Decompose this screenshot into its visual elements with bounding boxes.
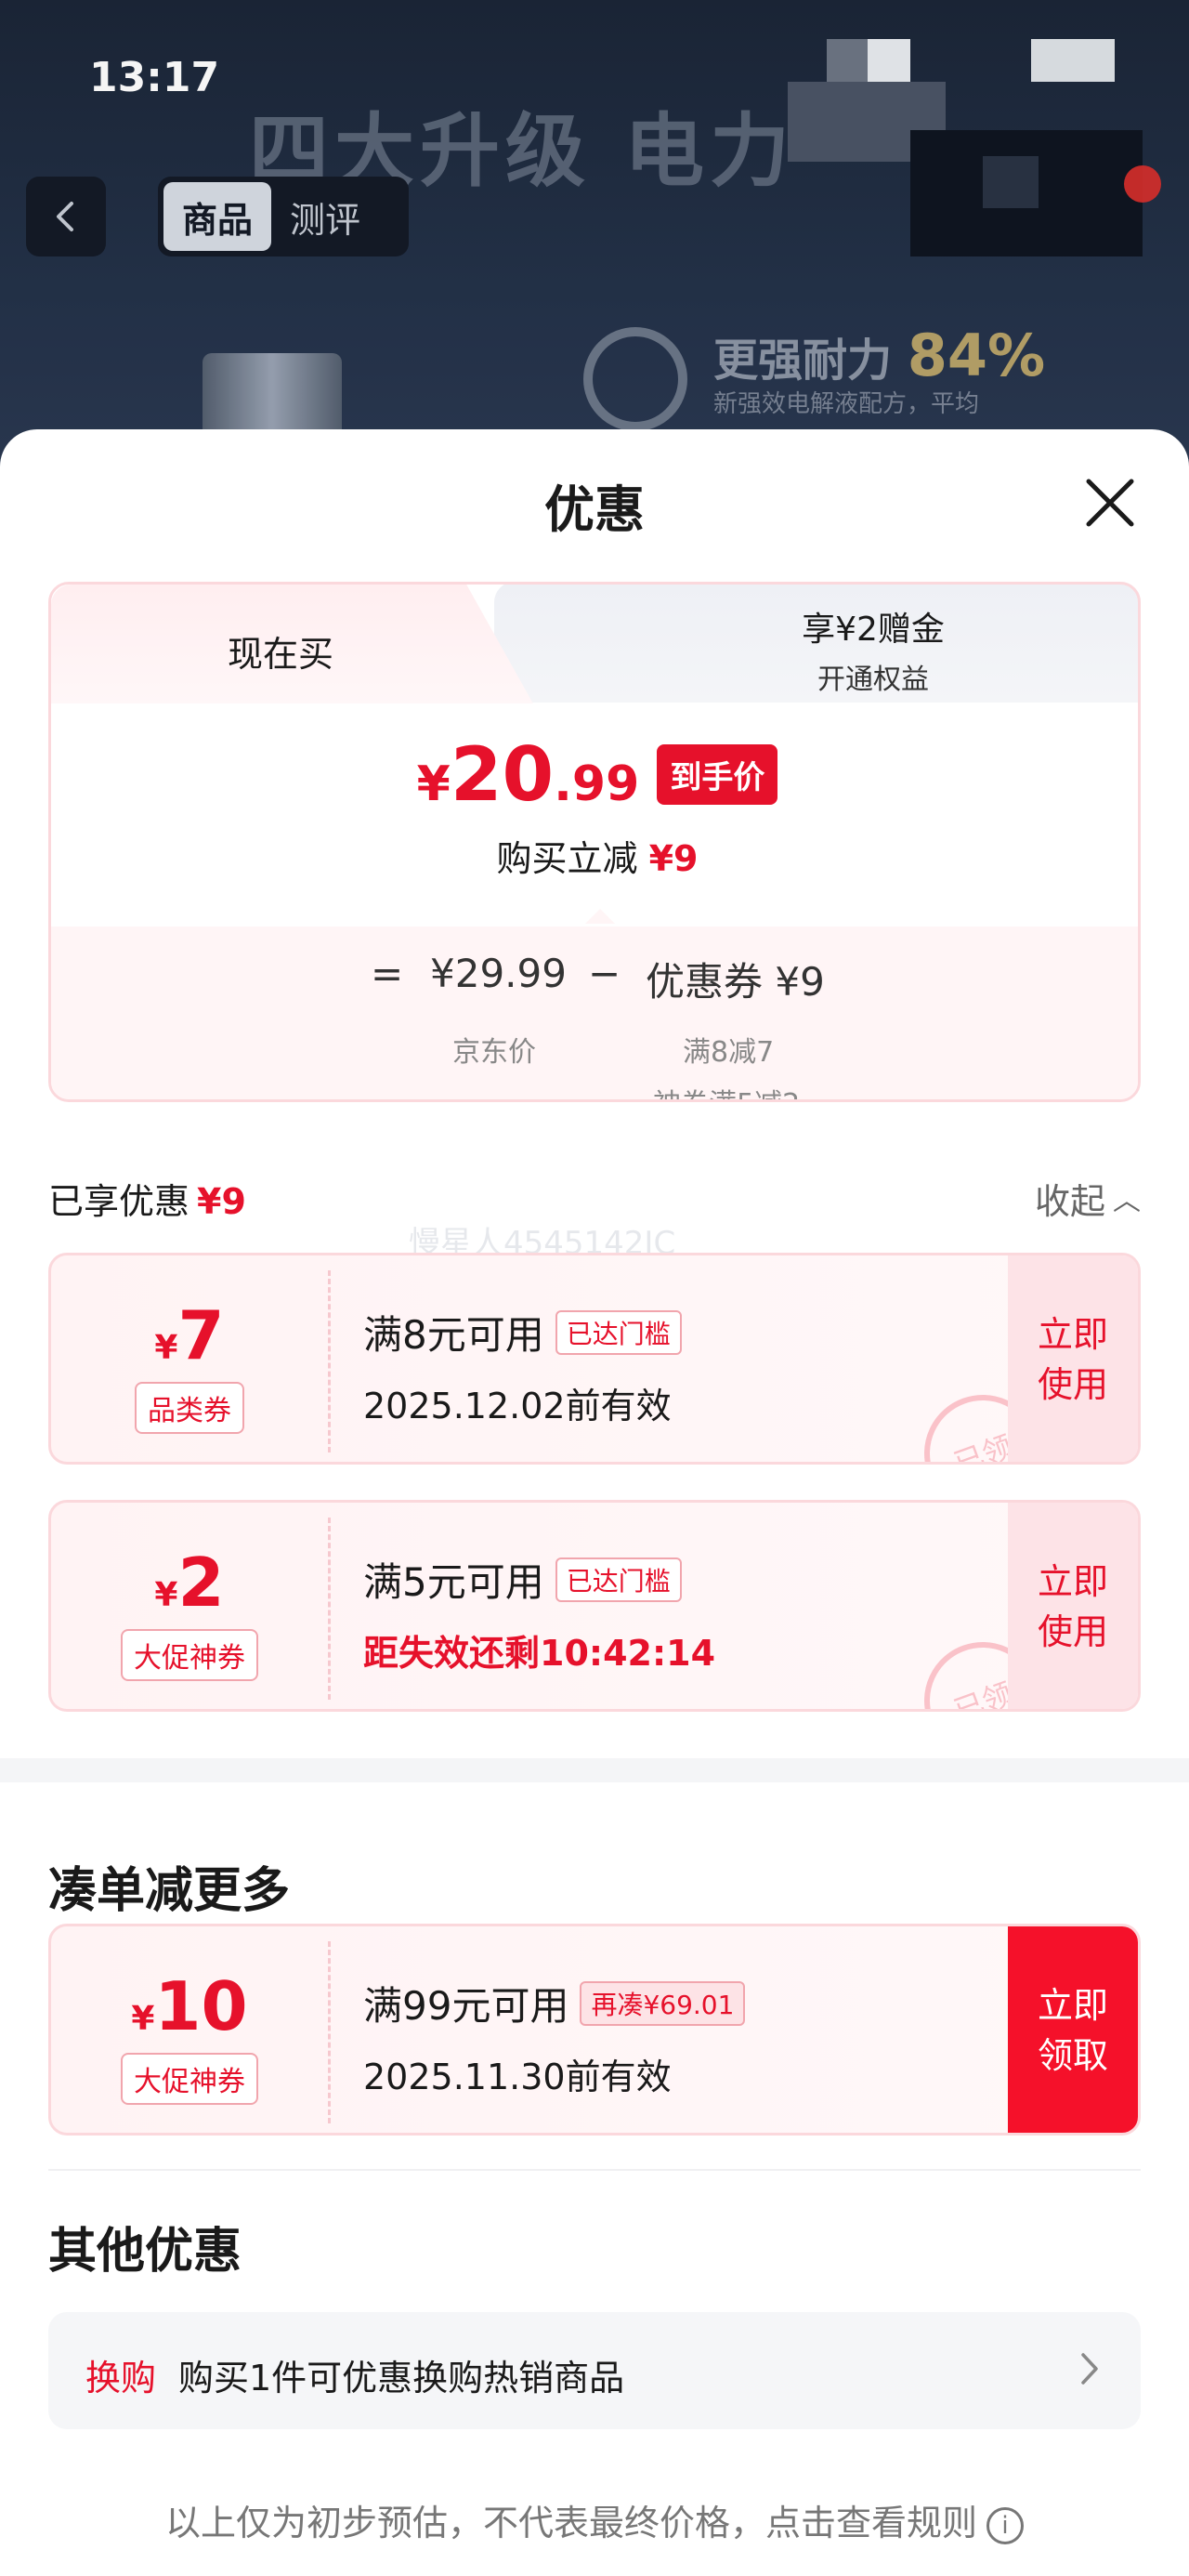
chevron-right-icon (1081, 2353, 1098, 2385)
coupon-type-tag: 大促神券 (121, 2053, 258, 2105)
coupon-divider (328, 1941, 331, 2123)
instant-discount-label: 购买立减 (496, 838, 638, 879)
equals-sign: = (371, 951, 404, 996)
action-label: 领取 (1037, 2035, 1108, 2076)
rules-note-text: 以上仅为初步预估，不代表最终价格，点击查看规则 (164, 2503, 977, 2543)
trade-in-offer-row[interactable]: 换购 购买1件可优惠换购热销商品 (48, 2312, 1141, 2429)
instant-discount-value: ¥9 (648, 838, 699, 879)
final-price-row: ¥20.99 到手价 (51, 731, 1138, 818)
coupon-details: 满5元可用 已达门槛 距失效还剩10:42:14 (363, 1551, 715, 1676)
action-label: 立即 (1037, 1314, 1108, 1355)
coupon-divider (328, 1518, 331, 1700)
coupon-condition: 满8元可用 (363, 1312, 544, 1358)
coupon-value-area: ¥7 品类券 (51, 1255, 328, 1462)
sheet-title: 优惠 (544, 480, 645, 539)
minus-sign: − (588, 951, 621, 996)
coupon-card: ¥10 大促神券 满99元可用 再凑¥69.01 2025.11.30前有效 立即… (48, 1924, 1141, 2136)
coupon-type-tag: 大促神券 (121, 1629, 258, 1681)
price-integer: 20 (450, 731, 555, 818)
tab-buy-now[interactable]: 现在买 (51, 585, 534, 705)
price-decimal: .99 (554, 756, 640, 812)
trade-in-text: 购买1件可优惠换购热销商品 (178, 2358, 625, 2399)
coupon-amount-value: 10 (154, 1967, 248, 2045)
coupon-amount-value: 2 (177, 1544, 225, 1622)
jd-price: ¥29.99 (430, 951, 567, 996)
coupon-expiry: 2025.12.02前有效 (363, 1386, 672, 1426)
coupon-countdown: 距失效还剩10:42:14 (363, 1633, 716, 1674)
final-price-area: ¥20.99 到手价 购买立减 ¥9 (51, 703, 1138, 927)
enjoyed-label: 已享优惠 (48, 1181, 190, 1222)
info-icon: i (986, 2506, 1024, 2544)
coupon-detail: 满8减7 (683, 1036, 775, 1069)
action-label: 立即 (1037, 1561, 1108, 1602)
coupon-details: 满99元可用 再凑¥69.01 2025.11.30前有效 (363, 1975, 746, 2099)
coupon-currency: ¥ (131, 2000, 155, 2038)
coupon-value-area: ¥2 大促神券 (51, 1503, 328, 1709)
coupon-card: ¥7 品类券 满8元可用 已达门槛 2025.12.02前有效 已领 立即 使用 (48, 1253, 1141, 1465)
threshold-badge: 已达门槛 (555, 1557, 682, 1602)
coupon-value-area: ¥10 大促神券 (51, 1926, 328, 2133)
price-breakdown: = ¥29.99 − 优惠券 ¥9 京东价 满8减7 神券满5减2 (51, 927, 1138, 1099)
action-label: 使用 (1037, 1364, 1108, 1405)
coupon-details: 满8元可用 已达门槛 2025.12.02前有效 (363, 1304, 682, 1428)
coupon-detail: 神券满5减2 (653, 1081, 800, 1099)
close-button[interactable] (1081, 474, 1139, 532)
divider (48, 2169, 1141, 2171)
final-price-badge: 到手价 (657, 744, 778, 805)
coupon-total: 优惠券 ¥9 (646, 959, 825, 1005)
coupon-currency: ¥ (154, 1329, 178, 1367)
chevron-up-icon: ︿ (1113, 1185, 1141, 1217)
offers-sheet: 优惠 享¥2赠金 开通权益 现在买 ¥20.99 到手价 购买立减 ¥9 = ¥… (0, 429, 1189, 2576)
coupon-expiry: 2025.11.30前有效 (363, 2057, 672, 2097)
close-icon (1086, 479, 1134, 527)
enjoyed-offers-header: 已享优惠 ¥9 (48, 1173, 246, 1224)
remaining-amount-badge: 再凑¥69.01 (580, 1980, 746, 2026)
other-offers-title: 其他优惠 (48, 2224, 242, 2280)
coupon-amount-value: 7 (177, 1296, 225, 1374)
price-card: 享¥2赠金 开通权益 现在买 ¥20.99 到手价 购买立减 ¥9 = ¥29.… (48, 582, 1141, 1102)
enjoyed-value: ¥9 (197, 1181, 246, 1222)
use-now-button[interactable]: 立即 使用 (1008, 1503, 1138, 1709)
coupon-amount: ¥10 (51, 1967, 328, 2045)
tab-buy-now-label: 现在买 (228, 634, 334, 675)
instant-discount: 购买立减 ¥9 (51, 830, 1138, 881)
coupon-condition: 满5元可用 (363, 1559, 544, 1605)
collapse-label: 收起 (1034, 1181, 1105, 1222)
rules-note[interactable]: 以上仅为初步预估，不代表最终价格，点击查看规则 i (0, 2494, 1189, 2545)
claim-now-button[interactable]: 立即 领取 (1008, 1926, 1138, 2133)
price-card-body: 现在买 ¥20.99 到手价 购买立减 ¥9 = ¥29.99 − 优惠券 ¥9 … (48, 582, 1141, 1102)
coupon-condition: 满99元可用 (363, 1983, 569, 2029)
section-divider (0, 1758, 1189, 1782)
trade-in-tag: 换购 (85, 2358, 157, 2399)
jd-price-label: 京东价 (452, 1036, 536, 1069)
coupon-divider (328, 1270, 331, 1452)
coupon-card: ¥2 大促神券 满5元可用 已达门槛 距失效还剩10:42:14 已领 立即 使用 (48, 1500, 1141, 1712)
breakdown-pointer (585, 909, 615, 924)
coupon-amount: ¥7 (51, 1296, 328, 1374)
collapse-toggle[interactable]: 收起 ︿ (1035, 1173, 1141, 1224)
action-label: 立即 (1037, 1985, 1108, 2026)
threshold-badge: 已达门槛 (555, 1309, 682, 1355)
more-discounts-title: 凑单减更多 (48, 1863, 291, 1919)
action-label: 使用 (1037, 1611, 1108, 1652)
final-price: ¥20.99 (417, 731, 640, 818)
use-now-button[interactable]: 立即 使用 (1008, 1255, 1138, 1462)
coupon-currency: ¥ (154, 1576, 178, 1614)
coupon-amount: ¥2 (51, 1544, 328, 1622)
price-currency: ¥ (416, 756, 451, 812)
coupon-type-tag: 品类券 (135, 1382, 244, 1434)
